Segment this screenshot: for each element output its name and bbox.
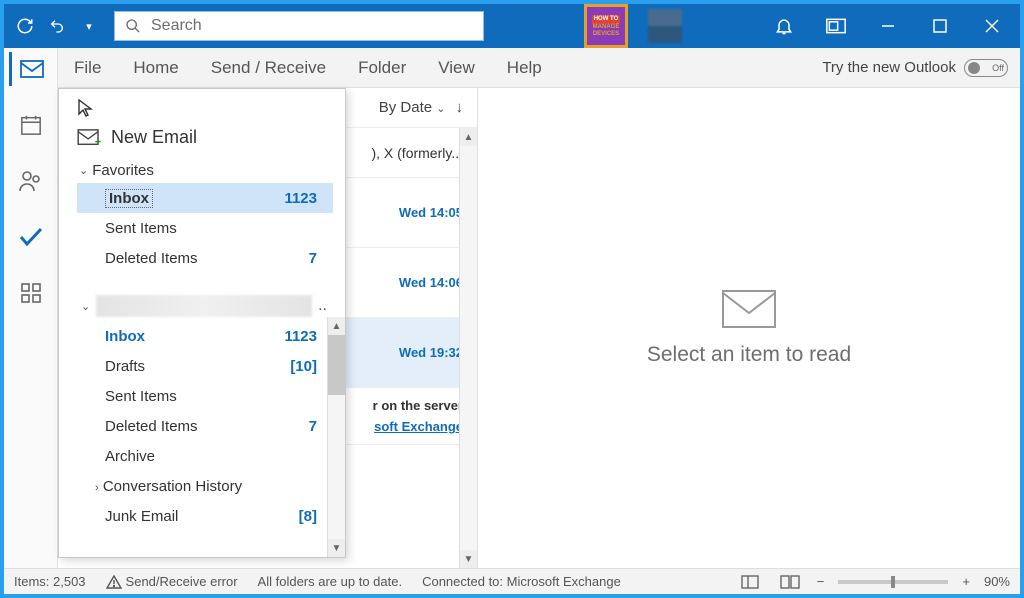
- menu-help[interactable]: Help: [491, 48, 558, 88]
- bell-icon[interactable]: [762, 8, 806, 44]
- account-name-blurred: [96, 295, 312, 317]
- menu-file[interactable]: File: [58, 48, 117, 88]
- search-placeholder: Search: [151, 17, 202, 35]
- rail-tasks-icon[interactable]: [11, 220, 51, 254]
- brand-badge-bottom: MANAGE DEVICES: [587, 24, 625, 38]
- folder-count: [10]: [290, 358, 317, 375]
- reading-placeholder: Select an item to read: [647, 343, 851, 367]
- folder-label: Deleted Items: [105, 250, 198, 267]
- rail-apps-icon[interactable]: [11, 276, 51, 310]
- cursor-icon: [77, 99, 333, 117]
- folder-deleted[interactable]: Deleted Items 7: [77, 243, 333, 273]
- envelope-icon: [721, 289, 777, 329]
- account-header[interactable]: ⌄ ..: [77, 291, 333, 321]
- warning-icon: [106, 575, 122, 589]
- folder-label: Archive: [105, 448, 155, 465]
- folder-flyout: New Email ⌄ Favorites Inbox 1123: [58, 88, 346, 558]
- minimize-button[interactable]: [866, 8, 910, 44]
- mail-plus-icon: [77, 129, 101, 147]
- chevron-right-icon: ›: [95, 482, 99, 494]
- search-icon: [125, 18, 141, 34]
- status-error-label: Send/Receive error: [126, 574, 238, 589]
- toggle-off-label: Off: [992, 63, 1004, 73]
- favorites-label: Favorites: [92, 162, 154, 179]
- menu-view[interactable]: View: [422, 48, 491, 88]
- folder-count: 1123: [284, 190, 317, 207]
- message-list-pane: By Date ⌄ ↓ ), X (formerly... Wed 14:05 …: [58, 88, 478, 568]
- brand-badge: HOW TO MANAGE DEVICES: [584, 4, 628, 48]
- rail-mail-icon[interactable]: [9, 52, 49, 86]
- folder-drafts[interactable]: Drafts [10]: [77, 351, 333, 381]
- folder-label: Inbox: [105, 328, 145, 345]
- folder-count: 7: [309, 250, 317, 267]
- folder-count: [8]: [299, 508, 317, 525]
- search-box[interactable]: Search: [114, 11, 484, 41]
- folder-label: Sent Items: [105, 220, 177, 237]
- folder-label: Drafts: [105, 358, 145, 375]
- folder-label: Deleted Items: [105, 418, 198, 435]
- menu-sendreceive[interactable]: Send / Receive: [195, 48, 342, 88]
- folder-deleted[interactable]: Deleted Items 7: [77, 411, 333, 441]
- try-new-outlook-label: Try the new Outlook: [822, 59, 956, 76]
- status-error[interactable]: Send/Receive error: [106, 574, 238, 589]
- status-item-count: Items: 2,503: [14, 574, 86, 589]
- menu-folder[interactable]: Folder: [342, 48, 422, 88]
- flyout-scrollbar[interactable]: ▲ ▼: [327, 317, 345, 557]
- new-email-button[interactable]: New Email: [77, 123, 333, 158]
- chevron-down-icon: ⌄: [81, 300, 90, 313]
- zoom-level[interactable]: 90%: [984, 574, 1010, 589]
- message-scrollbar[interactable]: ▲ ▼: [459, 128, 477, 568]
- chevron-down-icon: ⌄: [79, 164, 88, 177]
- sort-by-date[interactable]: By Date ⌄: [379, 99, 446, 116]
- close-button[interactable]: [970, 8, 1014, 44]
- folder-label: Sent Items: [105, 388, 177, 405]
- folder-junk[interactable]: Junk Email [8]: [77, 501, 333, 531]
- folder-label: Inbox: [105, 189, 153, 208]
- folder-inbox[interactable]: Inbox 1123: [77, 321, 333, 351]
- maximize-button[interactable]: [918, 8, 962, 44]
- sync-icon[interactable]: [10, 11, 40, 41]
- sort-direction-icon[interactable]: ↓: [456, 99, 464, 116]
- folder-inbox[interactable]: Inbox 1123: [77, 183, 333, 213]
- left-rail: [4, 48, 58, 568]
- new-email-label: New Email: [111, 127, 197, 148]
- window-layout-icon[interactable]: [814, 8, 858, 44]
- folder-sent[interactable]: Sent Items: [77, 213, 333, 243]
- status-connection: Connected to: Microsoft Exchange: [422, 574, 621, 589]
- titlebar: ▾ Search HOW TO MANAGE DEVICES: [4, 4, 1020, 48]
- qat-dropdown-icon[interactable]: ▾: [74, 11, 104, 41]
- rail-people-icon[interactable]: [11, 164, 51, 198]
- rail-calendar-icon[interactable]: [11, 108, 51, 142]
- folder-count: 1123: [284, 328, 317, 345]
- folder-count: 7: [309, 418, 317, 435]
- zoom-in-button[interactable]: +: [962, 574, 970, 589]
- status-sync: All folders are up to date.: [258, 574, 403, 589]
- user-avatar[interactable]: [648, 9, 682, 43]
- folder-sent[interactable]: Sent Items: [77, 381, 333, 411]
- folder-archive[interactable]: Archive: [77, 441, 333, 471]
- folder-label: Conversation History: [103, 478, 242, 495]
- outlook-window: ▾ Search HOW TO MANAGE DEVICES: [0, 0, 1024, 598]
- folder-label: Junk Email: [105, 508, 178, 525]
- folder-conversation-history[interactable]: › Conversation History: [77, 471, 333, 501]
- zoom-slider[interactable]: [838, 580, 948, 584]
- favorites-header[interactable]: ⌄ Favorites: [77, 158, 333, 183]
- undo-icon[interactable]: [42, 11, 72, 41]
- view-normal-icon[interactable]: [737, 572, 763, 592]
- menu-home[interactable]: Home: [117, 48, 194, 88]
- view-reading-icon[interactable]: [777, 572, 803, 592]
- reading-pane: Select an item to read: [478, 88, 1020, 568]
- zoom-out-button[interactable]: −: [817, 574, 825, 589]
- try-new-outlook-toggle[interactable]: Off: [964, 59, 1008, 77]
- menubar: File Home Send / Receive Folder View Hel…: [58, 48, 1020, 88]
- status-bar: Items: 2,503 Send/Receive error All fold…: [4, 568, 1020, 594]
- brand-badge-top: HOW TO: [592, 15, 621, 24]
